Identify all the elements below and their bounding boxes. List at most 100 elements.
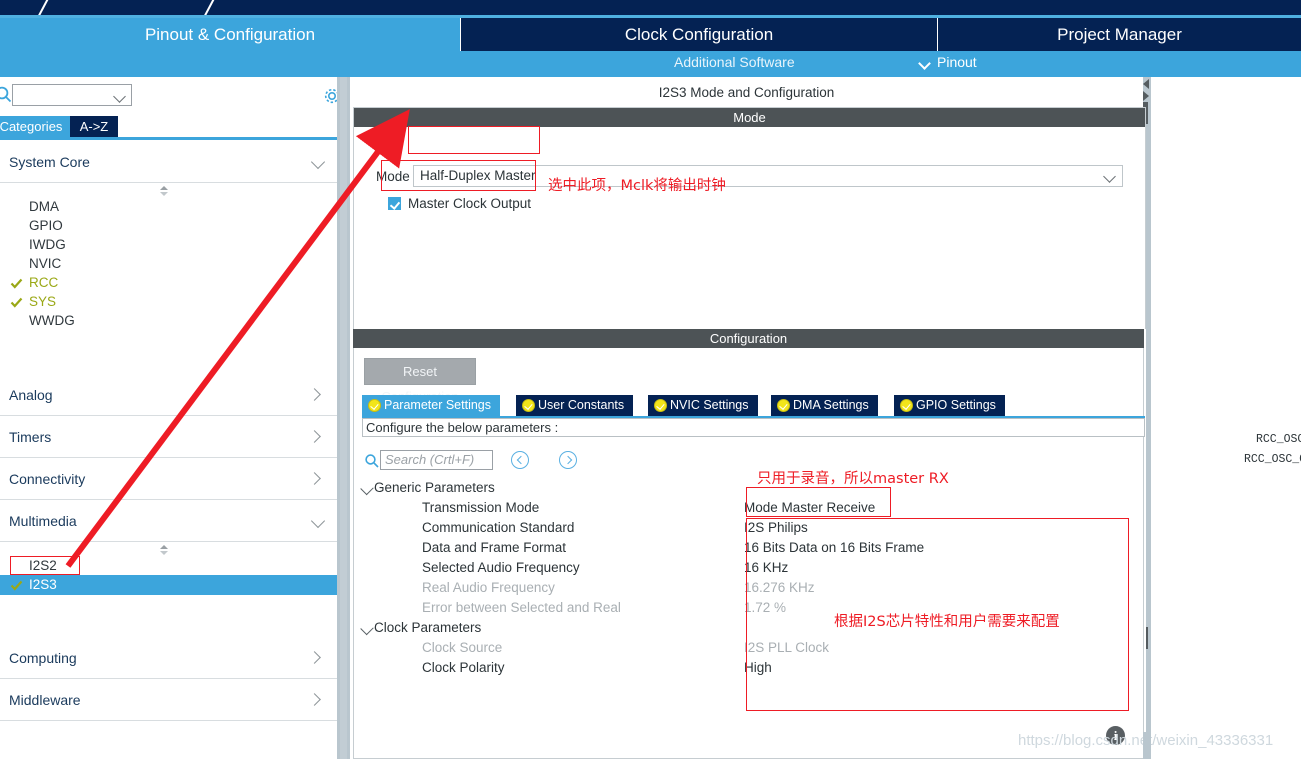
sidebar-item-sys[interactable]: SYS [0,292,337,311]
sidebar-item-nvic[interactable]: NVIC [0,254,337,273]
chevron-right-icon [308,693,321,706]
tab-pinout-configuration[interactable]: Pinout & Configuration [0,18,460,51]
parameter-row[interactable]: Clock Polarity [362,658,762,678]
parameter-row[interactable]: Communication Standard [362,518,762,538]
group-label: Multimedia [9,512,77,529]
chevron-down-icon [113,90,126,103]
chevron-right-icon [308,472,321,485]
chevron-down-icon [1103,170,1116,183]
mode-section-header: Mode [354,108,1145,127]
group-label: Analog [9,386,53,403]
component-sidebar: Categories A->Z System Core DMA GPIO IWD… [0,77,345,759]
sidebar-group-multimedia[interactable]: Multimedia [0,500,337,542]
sidebar-category-tabs: Categories A->Z [0,116,345,140]
tab-gpio-settings[interactable]: GPIO Settings [894,395,1005,416]
search-icon [0,85,12,103]
sidebar-item-i2s3[interactable]: I2S3 [0,575,337,595]
additional-software-link[interactable]: Additional Software [674,54,795,70]
main-tab-bar: Pinout & Configuration Clock Configurati… [0,18,1301,51]
splitter-collapse-left-icon[interactable] [1143,79,1149,89]
parameter-category-label: Generic Parameters [374,480,495,495]
sidebar-item-label: RCC [29,275,59,290]
sidebar-group-middleware[interactable]: Middleware [0,679,337,721]
scroll-updown-icon [158,543,170,555]
chevron-down-icon [920,59,931,66]
tab-dma-settings[interactable]: DMA Settings [771,395,878,416]
tab-categories[interactable]: Categories [0,116,70,137]
master-clock-output-checkbox[interactable] [388,197,401,210]
group-label: System Core [9,153,90,170]
sidebar-item-label: SYS [29,294,57,309]
status-check-icon [654,399,667,412]
search-prev-button[interactable] [511,451,529,469]
parameter-row: Error between Selected and Real [422,600,621,615]
tab-user-constants[interactable]: User Constants [516,395,634,416]
sidebar-item-rcc[interactable]: RCC [0,273,337,292]
parameter-search-row: Search (Crtl+F) [362,450,1145,474]
signal-label-rcc-osc-1: RCC_OSC_ [1256,433,1301,446]
search-next-button[interactable] [559,451,577,469]
parameter-row[interactable]: Selected Audio Frequency [362,558,762,578]
status-check-icon [368,399,381,412]
tab-clock-configuration[interactable]: Clock Configuration [460,18,937,51]
search-icon [364,453,379,468]
sidebar-item-iwdg[interactable]: IWDG [0,235,337,254]
chevron-right-icon [308,651,321,664]
scroll-updown-icon [158,184,170,196]
master-clock-output-row[interactable]: Master Clock Output [388,196,531,211]
annotation-master-rx-note: 只用于录音，所以master RX [757,471,949,487]
parameter-row[interactable]: Transmission Mode [362,498,762,518]
reset-configuration-button[interactable]: Reset Configuration [364,358,476,404]
left-splitter[interactable] [337,77,350,759]
status-check-icon [522,399,535,412]
tab-project-manager[interactable]: Project Manager [937,18,1301,51]
scroll-hint[interactable] [0,542,337,556]
tab-a-to-z[interactable]: A->Z [70,116,118,137]
tab-label: GPIO Settings [916,398,996,412]
chevron-down-icon [310,154,326,170]
sidebar-item-gpio[interactable]: GPIO [0,216,337,235]
parameter-category-row[interactable]: Generic Parameters [360,478,762,498]
parameter-category-row[interactable]: Clock Parameters [360,618,762,638]
pinout-menu[interactable]: Pinout [920,54,977,70]
sidebar-search-combo[interactable] [12,84,132,106]
parameter-row: Clock Source [422,640,503,655]
annotation-mclk-note: 选中此项，Mclk将输出时钟 [548,178,726,194]
group-label: Computing [9,649,77,666]
sidebar-group-timers[interactable]: Timers [0,416,337,458]
splitter-collapse-right-icon[interactable] [1143,91,1149,101]
tab-parameter-settings[interactable]: Parameter Settings [362,395,500,416]
chip-view-panel: RCC_OSC_ RCC_OSC_O [1151,77,1301,759]
sidebar-group-system-core[interactable]: System Core [0,141,337,183]
sidebar-group-computing[interactable]: Computing [0,637,337,679]
tab-label: DMA Settings [793,398,869,412]
parameter-row[interactable]: Data and Frame Format [362,538,762,558]
parameter-category-label: Clock Parameters [374,620,482,635]
master-clock-output-label: Master Clock Output [408,196,532,211]
annotation-box-mode-value [408,126,540,154]
group-label: Connectivity [9,470,86,487]
sidebar-group-connectivity[interactable]: Connectivity [0,458,337,500]
parameter-search-input[interactable]: Search (Crtl+F) [380,450,493,470]
chevron-down-icon [360,481,374,496]
tab-nvic-settings[interactable]: NVIC Settings [648,395,758,416]
check-icon [10,276,23,289]
scroll-hint[interactable] [0,183,337,197]
category-tabs-underline [0,137,345,140]
configuration-tab-strip: Parameter Settings User Constants NVIC S… [362,395,1145,417]
panel-title: I2S3 Mode and Configuration [658,85,835,100]
status-check-icon [777,399,790,412]
sidebar-item-label: I2S3 [29,577,57,592]
tab-label: User Constants [538,398,625,412]
chevron-down-icon [360,621,374,636]
configure-hint-field: Configure the below parameters : [362,418,1145,437]
decorative-slash [201,0,217,15]
configuration-section-header: Configuration [353,329,1144,348]
status-check-icon [900,399,913,412]
sidebar-group-analog[interactable]: Analog [0,374,337,416]
sidebar-item-dma[interactable]: DMA [0,197,337,216]
tab-label: NVIC Settings [670,398,749,412]
sidebar-item-wwdg[interactable]: WWDG [0,311,337,330]
top-decoration-strip [0,0,1301,15]
